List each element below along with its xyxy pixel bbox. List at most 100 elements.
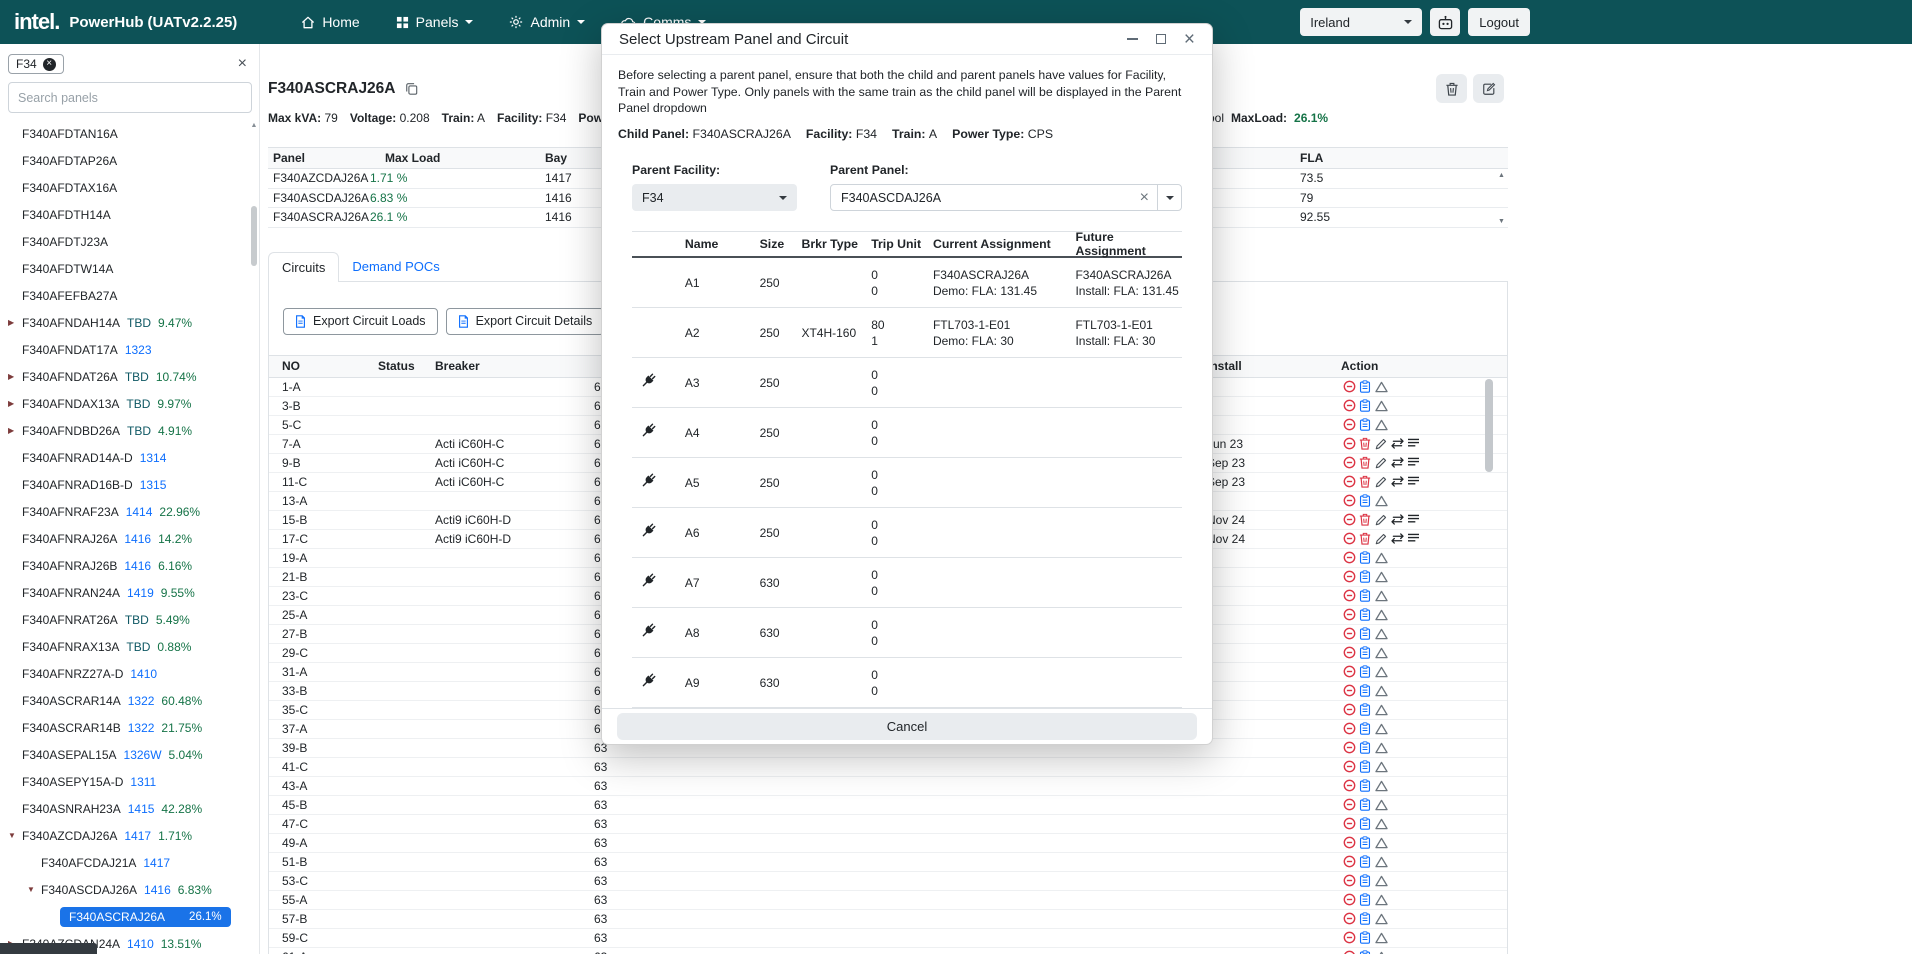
- circuit-row[interactable]: 43-A63: [269, 777, 1507, 796]
- warning-triangle-icon[interactable]: [1373, 818, 1389, 830]
- circuit-row[interactable]: 53-C63: [269, 872, 1507, 891]
- warning-triangle-icon[interactable]: [1373, 742, 1389, 754]
- remove-circle-icon[interactable]: [1341, 665, 1357, 678]
- remove-circle-icon[interactable]: [1341, 703, 1357, 716]
- panel-tree-item[interactable]: F340AFNRAX13ATBD0.88%: [0, 633, 249, 660]
- parent-circuit-row[interactable]: A2250XT4H-160801FTL703-1-E01Demo: FLA: 3…: [632, 308, 1182, 358]
- parent-circuit-row[interactable]: A325000: [632, 358, 1182, 408]
- parent-facility-select[interactable]: F34: [632, 184, 797, 211]
- expand-arrow-icon[interactable]: ▶: [8, 399, 22, 408]
- circuit-row[interactable]: 41-C63: [269, 758, 1507, 777]
- panel-tree-item[interactable]: F340AFDTAX16A: [0, 174, 249, 201]
- parent-circuit-row[interactable]: A125000F340ASCRAJ26ADemo: FLA: 131.45F34…: [632, 258, 1182, 308]
- clipboard-icon[interactable]: [1357, 570, 1373, 583]
- circuits-scrollbar[interactable]: [1485, 282, 1493, 954]
- clipboard-icon[interactable]: [1357, 627, 1373, 640]
- warning-triangle-icon[interactable]: [1373, 723, 1389, 735]
- delete-panel-button[interactable]: [1436, 74, 1467, 103]
- warning-triangle-icon[interactable]: [1373, 419, 1389, 431]
- clipboard-icon[interactable]: [1357, 817, 1373, 830]
- clipboard-icon[interactable]: [1357, 855, 1373, 868]
- edit-pencil-icon[interactable]: [1373, 438, 1389, 450]
- scroll-down-icon[interactable]: ▼: [1498, 218, 1505, 225]
- remove-circle-icon[interactable]: [1341, 627, 1357, 640]
- edit-pencil-icon[interactable]: [1373, 533, 1389, 545]
- warning-triangle-icon[interactable]: [1373, 666, 1389, 678]
- remove-circle-icon[interactable]: [1341, 817, 1357, 830]
- assistant-button[interactable]: [1430, 8, 1460, 36]
- tab-demand-pocs[interactable]: Demand POCs: [339, 252, 452, 281]
- button-export-circuit-loads[interactable]: Export Circuit Loads: [283, 308, 438, 335]
- clipboard-icon[interactable]: [1357, 836, 1373, 849]
- remove-circle-icon[interactable]: [1341, 532, 1357, 545]
- clipboard-icon[interactable]: [1357, 551, 1373, 564]
- clipboard-icon[interactable]: [1357, 646, 1373, 659]
- assign-plug-icon[interactable]: [640, 372, 657, 389]
- trash-icon[interactable]: [1357, 456, 1373, 469]
- parent-circuit-row[interactable]: A525000: [632, 458, 1182, 508]
- selected-panel[interactable]: F340ASCRAJ26A26.1%: [60, 907, 231, 927]
- clipboard-icon[interactable]: [1357, 418, 1373, 431]
- panel-tree-item[interactable]: F340AFDTAN16A: [0, 120, 249, 147]
- clipboard-icon[interactable]: [1357, 665, 1373, 678]
- remove-circle-icon[interactable]: [1341, 931, 1357, 944]
- remove-circle-icon[interactable]: [1341, 798, 1357, 811]
- close-icon[interactable]: ×: [1184, 30, 1195, 49]
- panel-tree-item[interactable]: F340AFNRAN24A14199.55%: [0, 579, 249, 606]
- panel-tree-item[interactable]: F340AFNRAJ26B14166.16%: [0, 552, 249, 579]
- filter-chip[interactable]: F34 ×: [8, 54, 64, 74]
- expand-arrow-icon[interactable]: ▶: [8, 372, 22, 381]
- clipboard-icon[interactable]: [1357, 950, 1373, 954]
- panel-tree-item[interactable]: F340AFNRAD16B-D1315: [0, 471, 249, 498]
- details-bars-icon[interactable]: [1405, 438, 1421, 449]
- parent-circuit-row[interactable]: A625000: [632, 508, 1182, 558]
- remove-circle-icon[interactable]: [1341, 779, 1357, 792]
- remove-circle-icon[interactable]: [1341, 741, 1357, 754]
- edit-pencil-icon[interactable]: [1373, 457, 1389, 469]
- parent-circuit-row[interactable]: A863000: [632, 608, 1182, 658]
- warning-triangle-icon[interactable]: [1373, 647, 1389, 659]
- collapse-arrow-icon[interactable]: ▼: [8, 831, 22, 840]
- remove-circle-icon[interactable]: [1341, 855, 1357, 868]
- warning-triangle-icon[interactable]: [1373, 913, 1389, 925]
- remove-circle-icon[interactable]: [1341, 722, 1357, 735]
- warning-triangle-icon[interactable]: [1373, 875, 1389, 887]
- clipboard-icon[interactable]: [1357, 912, 1373, 925]
- clipboard-icon[interactable]: [1357, 741, 1373, 754]
- panel-tree-item[interactable]: F340ASCRAR14A132260.48%: [0, 687, 249, 714]
- edit-pencil-icon[interactable]: [1373, 514, 1389, 526]
- panel-table-scrollbar[interactable]: ▲ ▼: [1497, 169, 1508, 228]
- nav-item-admin[interactable]: Admin: [509, 14, 585, 30]
- warning-triangle-icon[interactable]: [1373, 400, 1389, 412]
- edit-panel-button[interactable]: [1473, 74, 1504, 103]
- panel-tree-item[interactable]: F340AFNRAJ26A141614.2%: [0, 525, 249, 552]
- circuit-row[interactable]: 49-A63: [269, 834, 1507, 853]
- warning-triangle-icon[interactable]: [1373, 685, 1389, 697]
- circuit-row[interactable]: 57-B63: [269, 910, 1507, 929]
- panel-tree-item[interactable]: F340AFDTJ23A: [0, 228, 249, 255]
- remove-circle-icon[interactable]: [1341, 893, 1357, 906]
- warning-triangle-icon[interactable]: [1373, 571, 1389, 583]
- details-bars-icon[interactable]: [1405, 514, 1421, 525]
- remove-circle-icon[interactable]: [1341, 836, 1357, 849]
- swap-arrows-icon[interactable]: [1389, 476, 1405, 487]
- panel-tree-item[interactable]: F340AFDTW14A: [0, 255, 249, 282]
- panel-tree-item[interactable]: F340AFCDAJ21A1417: [0, 849, 249, 876]
- circuit-row[interactable]: 59-C63: [269, 929, 1507, 948]
- clipboard-icon[interactable]: [1357, 722, 1373, 735]
- panel-tree-item[interactable]: F340AFNRAD14A-D1314: [0, 444, 249, 471]
- maximize-icon[interactable]: [1156, 34, 1166, 44]
- sidebar-scrollbar[interactable]: ▲: [250, 122, 258, 954]
- warning-triangle-icon[interactable]: [1373, 932, 1389, 944]
- clipboard-icon[interactable]: [1357, 494, 1373, 507]
- trash-icon[interactable]: [1357, 475, 1373, 488]
- clipboard-icon[interactable]: [1357, 931, 1373, 944]
- clipboard-icon[interactable]: [1357, 798, 1373, 811]
- clipboard-icon[interactable]: [1357, 874, 1373, 887]
- assign-plug-icon[interactable]: [640, 622, 657, 639]
- details-bars-icon[interactable]: [1405, 533, 1421, 544]
- clear-filter-icon[interactable]: ×: [238, 56, 247, 72]
- assign-plug-icon[interactable]: [640, 672, 657, 689]
- panel-tree-item[interactable]: F340AFNDAT17A1323: [0, 336, 249, 363]
- remove-circle-icon[interactable]: [1341, 456, 1357, 469]
